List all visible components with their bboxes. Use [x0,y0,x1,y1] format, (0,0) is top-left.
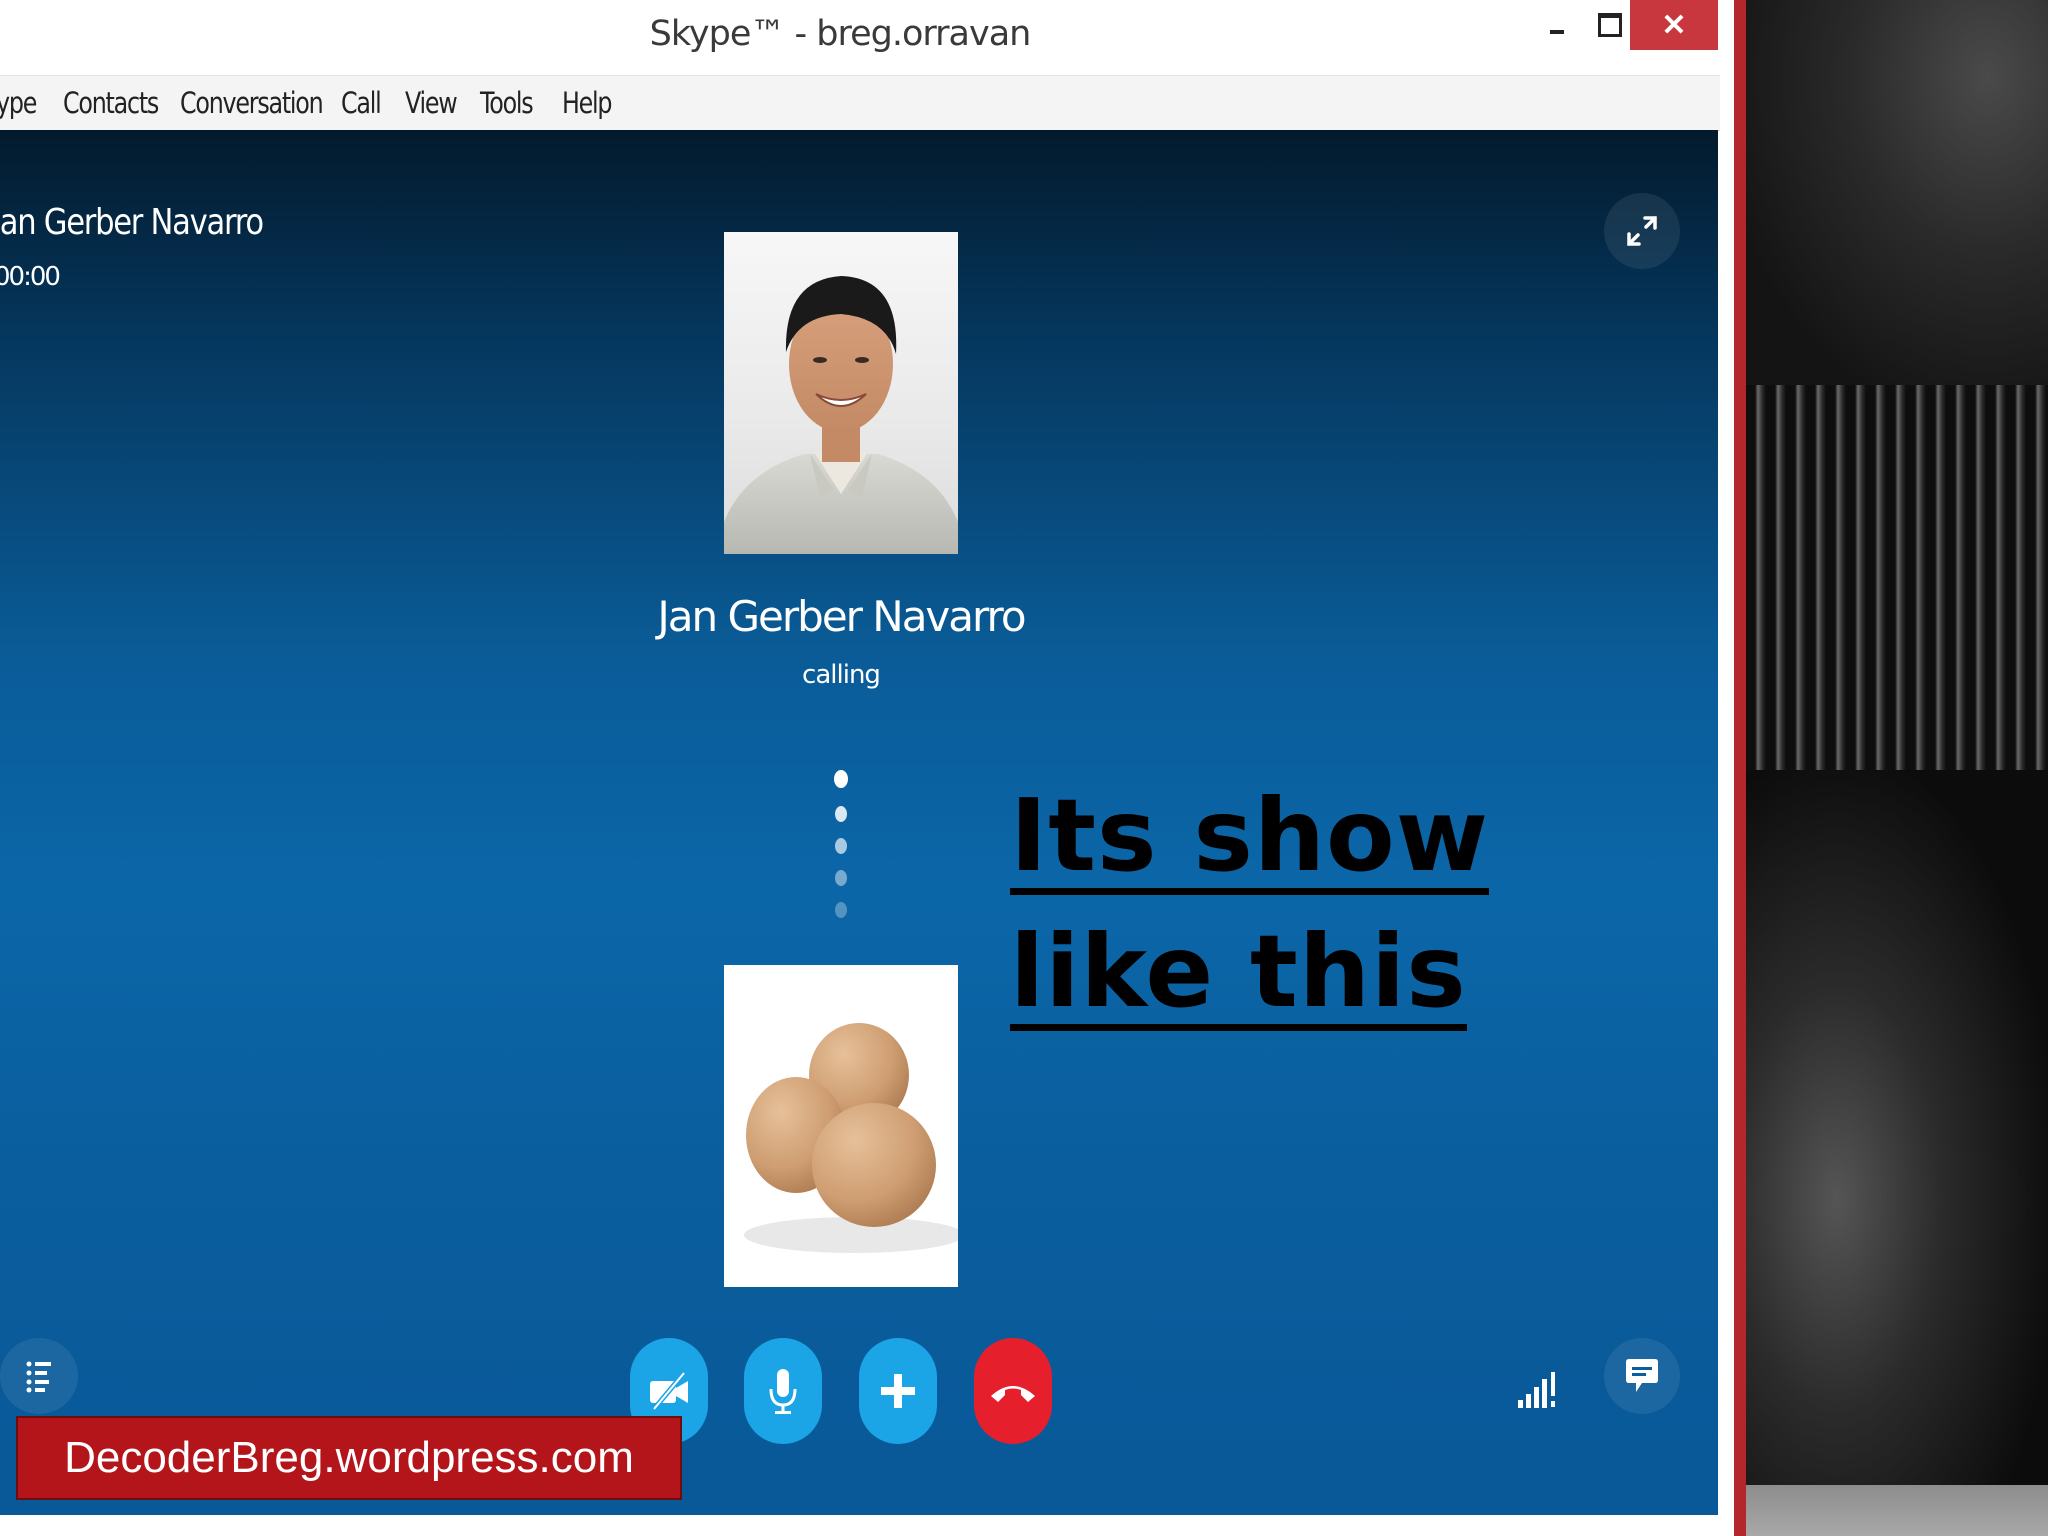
menu-tools[interactable]: Tools [480,86,534,120]
maximize-icon [1598,13,1622,37]
window-bottom-border [0,1515,1718,1536]
annotation-line-1: Its show [1010,777,1490,895]
expand-icon [1627,216,1657,246]
menu-view[interactable]: View [405,86,458,120]
slide-annotation: Its show like this [1010,768,1490,1040]
menu-conversation[interactable]: Conversation [180,86,324,120]
watermark-banner: DecoderBreg.wordpress.com [16,1416,682,1500]
menu-call[interactable]: Call [341,86,382,120]
video-off-icon [650,1371,688,1411]
call-menu-button[interactable] [0,1338,78,1414]
close-button[interactable]: ✕ [1630,0,1718,50]
minimize-button[interactable] [1532,0,1582,50]
menu-skype[interactable]: ype [0,86,37,120]
add-participant-button[interactable] [859,1338,937,1444]
calling-progress-dots [831,770,851,930]
progress-dot [835,902,847,918]
end-call-button[interactable] [974,1338,1052,1444]
self-avatar-image [744,1023,958,1253]
menu-contacts[interactable]: Contacts [63,86,159,120]
progress-dot [835,806,847,822]
page: Skype™ - breg.orravan ✕ ype Contacts Con… [0,0,2048,1536]
contact-avatar [724,232,958,554]
progress-dot [834,770,848,788]
chat-bubble-icon [1626,1359,1658,1392]
maximize-button[interactable] [1585,0,1635,50]
skype-window: Skype™ - breg.orravan ✕ ype Contacts Con… [0,0,1720,1536]
callee-name: Jan Gerber Navarro [657,592,1026,641]
plus-icon [881,1374,915,1408]
self-avatar [724,965,958,1287]
slide-accent-bar [1734,0,1746,1536]
decorative-photo-panel [1746,1485,2048,1536]
menu-help[interactable]: Help [562,86,613,120]
progress-dot [835,838,847,854]
chat-button[interactable] [1604,1338,1680,1414]
contact-portrait [724,276,958,554]
decorative-photo-panel [1746,770,2048,1485]
mute-button[interactable] [744,1338,822,1444]
signal-strength-icon[interactable] [1516,1368,1560,1412]
minimize-icon [1550,30,1564,34]
decorative-photo-strip [1746,0,2048,1536]
annotation-line-2: like this [1010,913,1467,1031]
call-header-name: Jan Gerber Navarro [0,202,264,243]
decorative-photo-panel [1746,0,2048,385]
menu-bar: ype Contacts Conversation Call View Tool… [0,75,1720,131]
fullscreen-button[interactable] [1604,193,1680,269]
call-status: calling [802,660,881,690]
signal-bars [1518,1372,1555,1408]
call-area: Jan Gerber Navarro 00:00 Jan Gerber Nava… [0,130,1718,1515]
close-icon: ✕ [1661,8,1687,42]
title-bar[interactable]: Skype™ - breg.orravan ✕ [0,0,1720,75]
decorative-photo-panel [1746,385,2048,770]
progress-dot [835,870,847,886]
window-title: Skype™ - breg.orravan [649,14,1032,54]
hang-up-icon [991,1386,1035,1402]
call-timer: 00:00 [0,262,61,292]
microphone-icon [769,1369,797,1414]
list-icon [26,1361,51,1393]
